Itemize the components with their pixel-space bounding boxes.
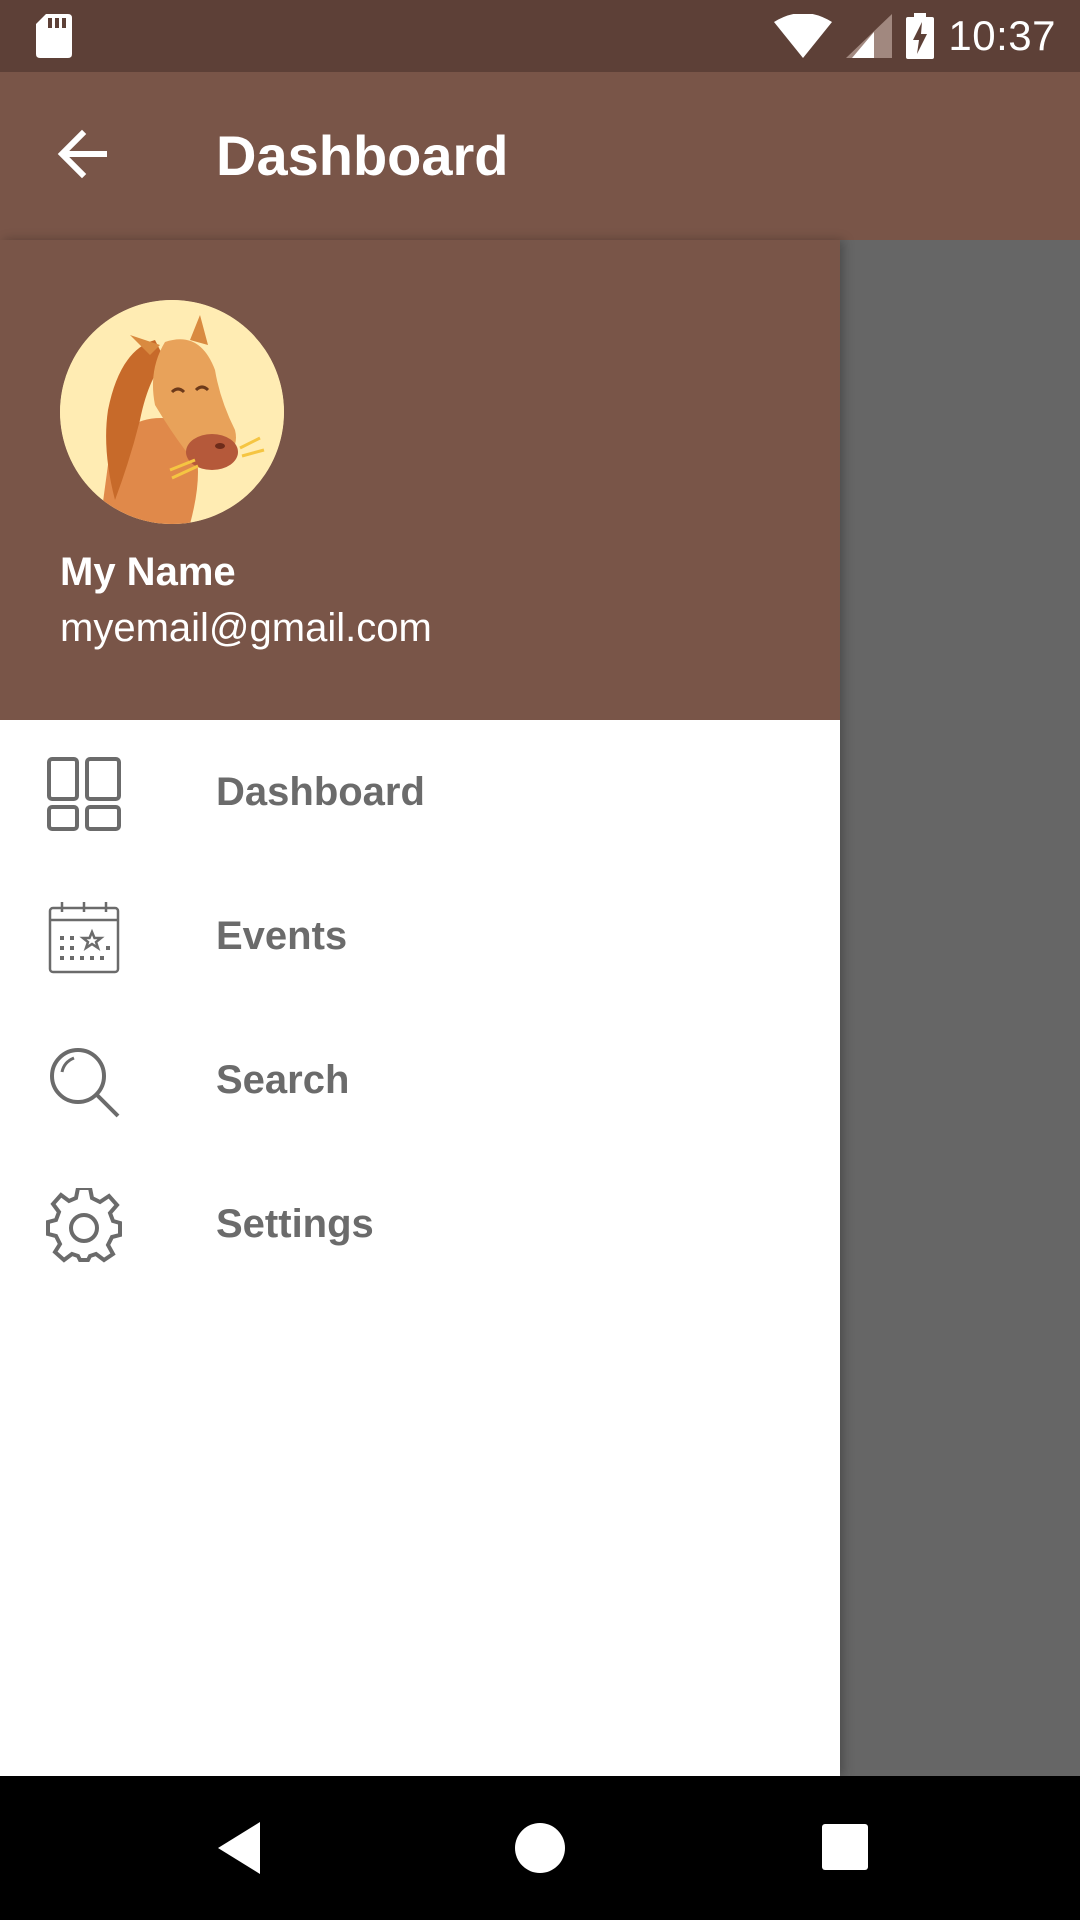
horse-avatar-icon xyxy=(60,300,284,524)
page-title: Dashboard xyxy=(216,124,509,187)
drawer-item-search[interactable]: Search xyxy=(0,1008,840,1152)
user-email: myemail@gmail.com xyxy=(60,606,432,650)
navigation-drawer: My Name myemail@gmail.com Dashboard Even… xyxy=(0,240,840,1776)
nav-back-icon[interactable] xyxy=(214,1820,270,1876)
nav-home-icon[interactable] xyxy=(512,1820,568,1876)
search-icon xyxy=(50,1048,120,1118)
wifi-icon xyxy=(774,14,833,58)
drawer-item-label: Events xyxy=(216,914,348,958)
drawer-item-label: Search xyxy=(216,1058,350,1102)
arrow-back-icon[interactable] xyxy=(54,126,110,182)
drawer-item-events[interactable]: Events xyxy=(0,864,840,1008)
dashboard-icon xyxy=(47,757,121,831)
status-time: 10:37 xyxy=(948,12,1056,59)
drawer-header: My Name myemail@gmail.com xyxy=(0,240,840,720)
nav-recents-icon[interactable] xyxy=(818,1820,874,1876)
drawer-scrim[interactable] xyxy=(840,240,1080,1776)
user-name: My Name xyxy=(60,550,236,594)
sd-card-icon xyxy=(36,14,72,58)
gear-icon xyxy=(46,1188,122,1263)
app-bar: Dashboard xyxy=(0,72,1080,240)
battery-charging-icon xyxy=(906,13,935,59)
status-bar: 10:37 xyxy=(0,0,1080,72)
system-nav-bar xyxy=(0,1776,1080,1920)
drawer-item-label: Settings xyxy=(216,1202,374,1246)
drawer-item-label: Dashboard xyxy=(216,770,425,814)
drawer-item-settings[interactable]: Settings xyxy=(0,1152,840,1296)
signal-icon xyxy=(846,14,893,58)
calendar-icon xyxy=(48,902,120,974)
drawer-menu: Dashboard Events Search Settings xyxy=(0,720,840,1296)
avatar[interactable] xyxy=(60,300,284,524)
drawer-item-dashboard[interactable]: Dashboard xyxy=(0,720,840,864)
